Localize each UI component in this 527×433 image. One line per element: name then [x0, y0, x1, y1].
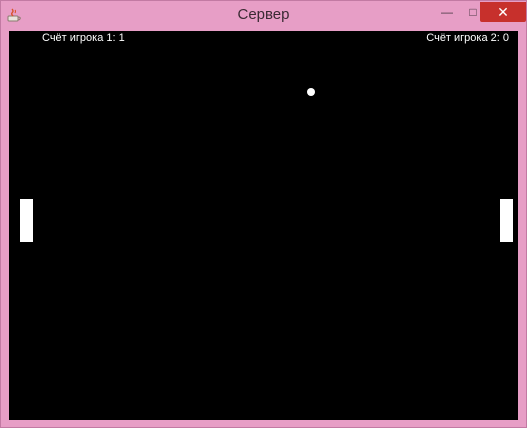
minimize-icon: —	[441, 5, 453, 19]
app-window: Сервер — □ ✕ Счёт игрока 1: 1 Счёт игрок…	[0, 0, 527, 428]
left-paddle	[20, 199, 33, 242]
maximize-icon: □	[469, 5, 477, 19]
background-strip	[0, 428, 527, 433]
title-bar[interactable]: Сервер — □ ✕	[1, 1, 526, 31]
player1-score: Счёт игрока 1: 1	[42, 32, 125, 44]
right-paddle	[500, 199, 513, 242]
player2-score: Счёт игрока 2: 0	[426, 32, 509, 44]
game-canvas[interactable]: Счёт игрока 1: 1 Счёт игрока 2: 0	[9, 31, 518, 420]
ball	[307, 88, 315, 96]
minimize-button[interactable]: —	[434, 2, 460, 22]
close-icon: ✕	[497, 3, 509, 20]
close-button[interactable]: ✕	[480, 2, 526, 22]
